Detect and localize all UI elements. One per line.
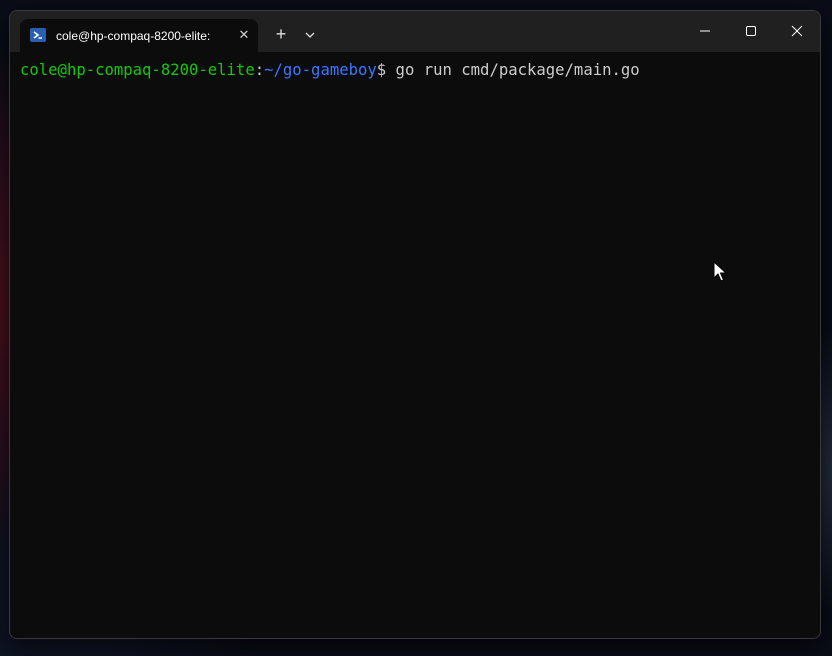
command-text: go run cmd/package/main.go <box>386 61 640 79</box>
terminal-output[interactable]: cole@hp-compaq-8200-elite:~/go-gameboy$ … <box>10 52 820 638</box>
chevron-down-icon[interactable] <box>300 25 320 45</box>
prompt-colon: : <box>254 61 265 79</box>
minimize-button[interactable] <box>682 11 728 52</box>
new-tab-button[interactable]: + <box>268 23 294 49</box>
prompt-user-host: cole@hp-compaq-8200-elite <box>20 61 255 79</box>
close-icon <box>791 25 803 37</box>
minimize-icon <box>700 30 710 32</box>
maximize-button[interactable] <box>728 11 774 52</box>
mouse-pointer-icon <box>713 261 727 282</box>
maximize-icon <box>746 26 756 36</box>
close-tab-button[interactable]: ✕ <box>234 25 254 45</box>
prompt-path: ~/go-gameboy <box>264 61 377 79</box>
title-bar[interactable]: cole@hp-compaq-8200-elite: ✕ + <box>10 11 820 52</box>
tab-terminal[interactable]: cole@hp-compaq-8200-elite: ✕ <box>20 19 258 52</box>
tab-title: cole@hp-compaq-8200-elite: <box>56 29 211 43</box>
prompt-symbol: $ <box>376 61 387 79</box>
close-window-button[interactable] <box>774 11 820 52</box>
command-line: cole@hp-compaq-8200-elite:~/go-gameboy$ … <box>20 60 640 80</box>
powershell-icon <box>30 27 46 43</box>
terminal-window: cole@hp-compaq-8200-elite: ✕ + cole@hp-c… <box>9 10 821 639</box>
